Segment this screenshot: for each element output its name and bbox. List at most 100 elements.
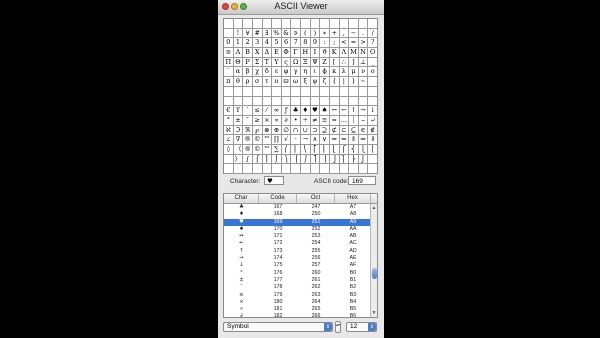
grid-cell[interactable]	[282, 86, 292, 96]
grid-cell[interactable]: δ	[263, 67, 273, 77]
grid-cell[interactable]: ⇔	[330, 135, 340, 144]
grid-cell[interactable]: ∑	[272, 144, 282, 154]
grid-cell[interactable]: ⎠	[301, 154, 311, 164]
scroll-up-arrow-icon[interactable]: ▲	[371, 205, 377, 211]
vertical-scrollbar[interactable]: ▲ ▼	[370, 204, 377, 317]
grid-cell[interactable]: 7	[291, 38, 301, 48]
grid-cell[interactable]	[311, 86, 321, 96]
grid-cell[interactable]: ∉	[368, 126, 377, 135]
grid-cell[interactable]: /	[368, 29, 377, 38]
grid-cell[interactable]: Υ	[272, 57, 282, 67]
grid-cell[interactable]: ⇐	[340, 135, 350, 144]
grid-cell[interactable]: Ο	[368, 48, 377, 57]
grid-cell[interactable]: ∝	[272, 115, 282, 125]
grid-cell[interactable]: ⊆	[349, 125, 359, 135]
list-row[interactable]: × 180 264 B4	[224, 299, 377, 306]
grid-cell[interactable]: ≡	[320, 115, 330, 125]
grid-cell[interactable]	[282, 164, 292, 173]
grid-cell[interactable]: ⎢	[320, 144, 330, 154]
grid-cell[interactable]	[234, 164, 244, 173]
grid-cell[interactable]: ,	[340, 28, 350, 38]
grid-cell[interactable]	[349, 96, 359, 106]
grid-cell[interactable]: ⎞	[282, 154, 292, 164]
grid-cell[interactable]	[263, 96, 273, 106]
column-header-hex[interactable]: Hex	[335, 194, 371, 203]
grid-cell[interactable]: ]	[349, 57, 359, 67]
grid-cell[interactable]: ⎦	[330, 154, 340, 164]
grid-cell[interactable]: ƒ	[282, 106, 292, 115]
grid-cell[interactable]: ο	[368, 67, 377, 76]
grid-cell[interactable]	[291, 19, 301, 28]
grid-cell[interactable]	[320, 96, 330, 106]
grid-cell[interactable]: Β	[243, 48, 253, 57]
grid-cell[interactable]: ↵	[368, 116, 377, 125]
grid-cell[interactable]: ⊥	[359, 57, 369, 67]
grid-cell[interactable]: ±	[234, 115, 244, 125]
grid-cell[interactable]	[263, 164, 273, 173]
grid-cell[interactable]	[349, 86, 359, 96]
grid-cell[interactable]: φ	[282, 67, 292, 77]
grid-cell[interactable]	[301, 96, 311, 106]
grid-cell[interactable]	[359, 19, 369, 28]
list-row[interactable]: ♦ 168 250 A8	[224, 211, 377, 218]
grid-cell[interactable]	[224, 86, 234, 96]
grid-cell[interactable]: Ρ	[243, 57, 253, 67]
list-row[interactable]: ″ 178 262 B2	[224, 284, 377, 291]
list-row[interactable]: ← 172 254 AC	[224, 240, 377, 247]
grid-cell[interactable]: ×	[263, 115, 273, 125]
grid-cell[interactable]	[301, 164, 311, 173]
grid-cell[interactable]	[359, 86, 369, 96]
grid-cell[interactable]: ℵ	[224, 125, 234, 135]
grid-cell[interactable]: ←	[340, 106, 350, 115]
grid-cell[interactable]	[330, 19, 340, 28]
grid-cell[interactable]	[320, 86, 330, 96]
grid-cell[interactable]: +	[330, 28, 340, 38]
grid-cell[interactable]	[368, 155, 377, 164]
grid-cell[interactable]: ⊃	[311, 125, 321, 135]
grid-cell[interactable]: χ	[253, 67, 263, 77]
grid-cell[interactable]: >	[359, 38, 369, 48]
grid-cell[interactable]	[311, 19, 321, 28]
grid-cell[interactable]: ω	[291, 77, 301, 86]
grid-cell[interactable]: ι	[311, 67, 321, 77]
grid-cell[interactable]: ∀	[243, 28, 253, 38]
grid-cell[interactable]: ⊗	[263, 125, 273, 135]
grid-cell[interactable]: ⊕	[272, 125, 282, 135]
grid-cell[interactable]	[234, 19, 244, 28]
grid-cell[interactable]	[282, 96, 292, 106]
grid-cell[interactable]: ζ	[320, 77, 330, 86]
grid-cell[interactable]: Ξ	[301, 57, 311, 67]
grid-cell[interactable]: τ	[263, 77, 273, 86]
grid-cell[interactable]: ∂	[282, 115, 292, 125]
grid-cell[interactable]	[224, 28, 234, 38]
list-row[interactable]: ↑ 173 255 AD	[224, 248, 377, 255]
grid-cell[interactable]: ϖ	[282, 77, 292, 86]
list-row[interactable]: ∝ 181 265 B5	[224, 306, 377, 313]
grid-cell[interactable]: ℜ	[243, 125, 253, 135]
grid-cell[interactable]	[263, 86, 273, 96]
list-row[interactable]: ↓ 175 257 AF	[224, 262, 377, 269]
grid-cell[interactable]	[224, 19, 234, 28]
character-field[interactable]: ♥	[264, 176, 284, 185]
ascii-code-field[interactable]: 169	[348, 176, 376, 185]
grid-cell[interactable]: ∏	[272, 135, 282, 144]
grid-cell[interactable]: √	[282, 135, 292, 144]
grid-cell[interactable]: .	[359, 28, 369, 38]
grid-cell[interactable]: ♣	[291, 106, 301, 115]
grid-cell[interactable]	[234, 86, 244, 96]
grid-cell[interactable]: ∨	[320, 135, 330, 144]
grid-cell[interactable]: ∩	[291, 125, 301, 135]
grid-cell[interactable]: Α	[234, 48, 244, 57]
list-row[interactable]: ♠ 170 252 AA	[224, 226, 377, 233]
grid-cell[interactable]: ℘	[253, 125, 263, 135]
grid-cell[interactable]: 0	[224, 38, 234, 48]
grid-cell[interactable]: μ	[349, 67, 359, 77]
grid-cell[interactable]: ↑	[349, 106, 359, 115]
grid-cell[interactable]	[340, 96, 350, 106]
grid-cell[interactable]: ⎪	[368, 145, 377, 154]
grid-cell[interactable]	[349, 19, 359, 28]
list-row[interactable]: ±177 261 B1	[224, 277, 377, 284]
grid-cell[interactable]: <	[340, 38, 350, 48]
list-row[interactable]: ♥ 169 251 A9	[224, 218, 377, 226]
grid-cell[interactable]: ∃	[263, 28, 273, 38]
